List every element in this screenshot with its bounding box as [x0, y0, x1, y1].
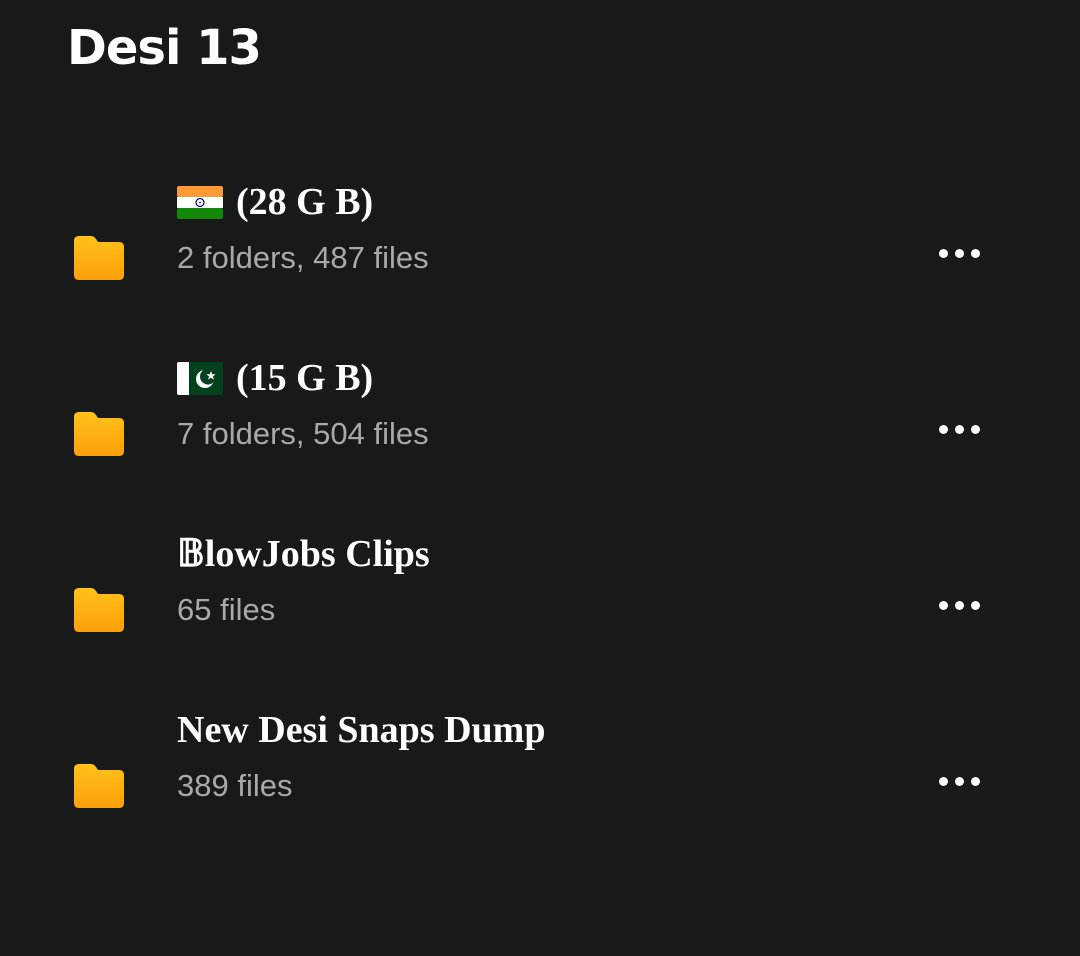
- folder-icon: [74, 236, 124, 280]
- folder-title: (28 G B): [177, 176, 373, 228]
- folder-row-blowjobs-clips[interactable]: 𝔹lowJobs Clips 65 files: [0, 512, 1080, 688]
- folder-title-text: (15 G B): [236, 357, 374, 399]
- more-options-icon: [938, 248, 948, 258]
- folder-subtitle: 65 files: [177, 592, 276, 627]
- pakistan-flag-icon: [177, 361, 223, 395]
- folder-subtitle: 7 folders, 504 files: [177, 416, 429, 451]
- more-options-button[interactable]: [922, 568, 996, 642]
- more-options-icon: [938, 424, 948, 434]
- folder-title: (15 G B): [177, 352, 373, 404]
- folder-title-text: New Desi Snaps Dump: [177, 709, 546, 751]
- folder-list: (28 G B) 2 folders, 487 files (15 G B) 7…: [0, 0, 1080, 956]
- more-options-icon: [938, 776, 948, 786]
- folder-row-new-desi-snaps-dump[interactable]: New Desi Snaps Dump 389 files: [0, 688, 1080, 864]
- more-options-button[interactable]: [922, 392, 996, 466]
- more-options-icon: [938, 600, 948, 610]
- folder-icon: [74, 588, 124, 632]
- folder-title: New Desi Snaps Dump: [177, 704, 545, 756]
- folder-subtitle: 389 files: [177, 768, 293, 803]
- folder-title-text: 𝔹lowJobs Clips: [177, 533, 430, 575]
- folder-title: 𝔹lowJobs Clips: [177, 528, 430, 580]
- more-options-button[interactable]: [922, 744, 996, 818]
- folder-title-text: (28 G B): [236, 181, 374, 223]
- folder-icon: [74, 412, 124, 456]
- folder-icon: [74, 764, 124, 808]
- folder-row-pakistan[interactable]: (15 G B) 7 folders, 504 files: [0, 336, 1080, 512]
- more-options-button[interactable]: [922, 216, 996, 290]
- folder-row-india[interactable]: (28 G B) 2 folders, 487 files: [0, 160, 1080, 336]
- folder-subtitle: 2 folders, 487 files: [177, 240, 429, 275]
- india-flag-icon: [177, 185, 223, 219]
